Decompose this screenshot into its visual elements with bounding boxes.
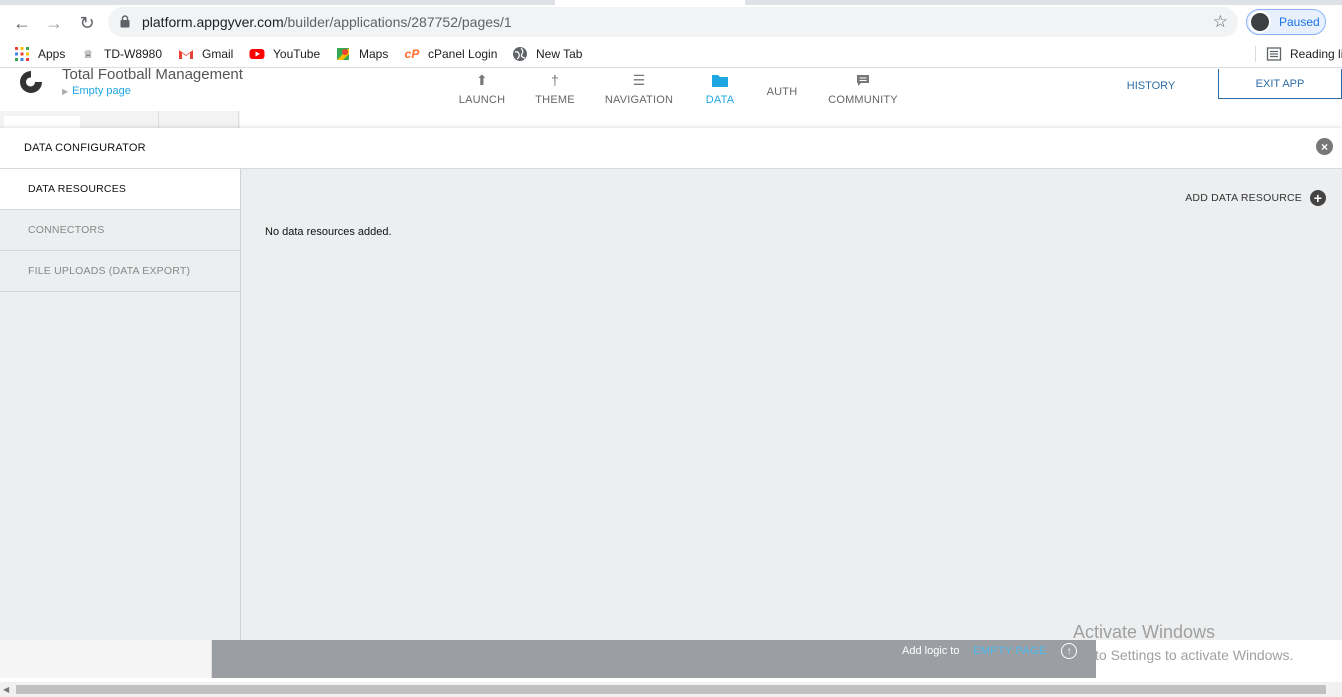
tab-community[interactable]: COMMUNITY xyxy=(827,71,899,109)
bookmark-youtube[interactable]: YouTube xyxy=(249,45,320,63)
bookmark-apps[interactable]: Apps xyxy=(14,45,65,63)
list-icon: ☰ xyxy=(632,71,646,88)
router-icon: ♕ xyxy=(83,48,93,61)
bookmark-td-w8980[interactable]: ♕ TD-W8980 xyxy=(80,45,162,63)
sidebar-item-file-uploads[interactable]: FILE UPLOADS (DATA EXPORT) xyxy=(0,251,240,292)
reload-icon[interactable]: ↻ xyxy=(75,11,99,35)
activate-windows-subtitle: to Settings to activate Windows. xyxy=(1095,647,1294,663)
builder-panel xyxy=(158,111,239,128)
tab-launch[interactable]: ⬆ LAUNCH xyxy=(457,71,507,109)
bookmark-label: Apps xyxy=(38,47,66,61)
add-data-resource-label: ADD DATA RESOURCE xyxy=(1185,192,1302,204)
builder-bottom-left xyxy=(0,640,212,678)
configurator-sidebar: DATA RESOURCES CONNECTORS FILE UPLOADS (… xyxy=(0,169,241,640)
tab-label: COMMUNITY xyxy=(828,94,898,106)
tab-navigation[interactable]: ☰ NAVIGATION xyxy=(603,71,675,109)
reading-list-icon xyxy=(1266,47,1282,61)
history-button[interactable]: HISTORY xyxy=(1110,73,1192,99)
tab-theme[interactable]: † THEME xyxy=(533,71,577,109)
tab-auth[interactable]: AUTH xyxy=(764,71,800,109)
globe-icon xyxy=(513,47,527,61)
apps-grid-icon xyxy=(15,47,29,61)
tab-label: NAVIGATION xyxy=(604,94,674,106)
bookmark-gmail[interactable]: Gmail xyxy=(178,45,233,63)
address-bar[interactable]: platform.appgyver.com/builder/applicatio… xyxy=(108,7,1238,37)
plus-circle-icon: + xyxy=(1310,190,1326,206)
empty-state-message: No data resources added. xyxy=(265,226,392,238)
forward-icon[interactable]: → xyxy=(42,11,66,35)
exit-app-button[interactable]: EXIT APP xyxy=(1218,69,1342,99)
tab-data[interactable]: DATA xyxy=(703,71,737,109)
bookmark-maps[interactable]: Maps xyxy=(335,45,388,63)
youtube-icon xyxy=(249,49,265,59)
tab-label: DATA xyxy=(705,94,735,106)
profile-status: Paused xyxy=(1279,15,1320,29)
bookmark-cpanel[interactable]: cP cPanel Login xyxy=(404,45,498,63)
page-selector[interactable]: ▶ Empty page xyxy=(62,85,131,97)
scrollbar-thumb[interactable] xyxy=(16,685,1326,694)
app-name: Total Football Management xyxy=(62,66,243,83)
bookmarks-bar: Apps ♕ TD-W8980 Gmail YouTube Maps cP cP… xyxy=(0,41,1342,68)
modal-title: DATA CONFIGURATOR xyxy=(24,142,146,154)
chat-icon xyxy=(856,71,870,89)
tab-label: AUTH xyxy=(766,86,798,98)
cpanel-icon: cP xyxy=(404,47,420,61)
horizontal-scrollbar[interactable]: ◀ xyxy=(0,682,1342,697)
browser-toolbar: ← → ↻ platform.appgyver.com/builder/appl… xyxy=(0,5,1342,41)
bookmark-new-tab[interactable]: New Tab xyxy=(512,45,582,63)
folder-icon xyxy=(712,71,728,89)
bookmark-label: New Tab xyxy=(536,47,583,61)
expand-up-icon[interactable]: ↑ xyxy=(1061,643,1077,659)
data-resources-panel: ADD DATA RESOURCE + No data resources ad… xyxy=(241,169,1342,640)
maps-icon xyxy=(337,48,349,60)
url-host: platform.appgyver.com xyxy=(142,14,284,30)
bookmark-label: cPanel Login xyxy=(428,47,498,61)
sidebar-item-label: DATA RESOURCES xyxy=(28,183,127,195)
builder-canvas-strip xyxy=(0,111,1342,128)
theme-brush-icon: † xyxy=(551,72,559,88)
caret-right-icon: ▶ xyxy=(62,87,69,96)
url-path: /builder/applications/287752/pages/1 xyxy=(283,14,512,30)
sidebar-item-data-resources[interactable]: DATA RESOURCES xyxy=(0,169,240,210)
logic-bar[interactable]: Add logic to EMPTY PAGE ↑ xyxy=(212,640,1096,678)
appgyver-logo-icon xyxy=(20,71,42,93)
logic-label: Add logic to xyxy=(902,645,960,657)
builder-canvas xyxy=(240,111,1342,128)
sidebar-item-label: FILE UPLOADS (DATA EXPORT) xyxy=(28,265,191,277)
builder-panel xyxy=(4,116,80,128)
data-configurator-modal: DATA CONFIGURATOR × DATA RESOURCES CONNE… xyxy=(0,128,1342,640)
bookmark-label: YouTube xyxy=(273,47,321,61)
sidebar-item-connectors[interactable]: CONNECTORS xyxy=(0,210,240,251)
page-name: Empty page xyxy=(72,85,131,97)
logic-page-name: EMPTY PAGE xyxy=(973,645,1047,657)
lock-icon[interactable] xyxy=(120,15,130,28)
add-data-resource-button[interactable]: ADD DATA RESOURCE + xyxy=(1185,189,1326,207)
app-header: Total Football Management ▶ Empty page ⬆ … xyxy=(0,66,1342,111)
launch-icon: ⬆ xyxy=(476,71,488,88)
modal-header: DATA CONFIGURATOR × xyxy=(0,128,1342,169)
tab-label: THEME xyxy=(535,94,575,106)
bookmark-label: Gmail xyxy=(202,47,234,61)
close-icon[interactable]: × xyxy=(1316,138,1333,155)
scroll-left-icon[interactable]: ◀ xyxy=(3,685,9,694)
gmail-icon xyxy=(179,50,193,59)
activate-windows-title: Activate Windows xyxy=(1073,622,1216,642)
avatar xyxy=(1249,11,1271,33)
sidebar-item-label: CONNECTORS xyxy=(28,224,105,236)
url-text: platform.appgyver.com/builder/applicatio… xyxy=(142,14,512,30)
back-icon[interactable]: ← xyxy=(10,11,34,35)
bookmark-star-icon[interactable]: ☆ xyxy=(1213,12,1228,32)
bookmarks-divider xyxy=(1255,46,1256,62)
bookmark-label: TD-W8980 xyxy=(104,47,163,61)
reading-list-label: Reading li xyxy=(1290,47,1342,61)
profile-button[interactable]: Paused xyxy=(1246,9,1326,35)
reading-list-button[interactable]: Reading li xyxy=(1266,45,1342,63)
bookmark-label: Maps xyxy=(359,47,389,61)
tab-label: LAUNCH xyxy=(458,94,506,106)
